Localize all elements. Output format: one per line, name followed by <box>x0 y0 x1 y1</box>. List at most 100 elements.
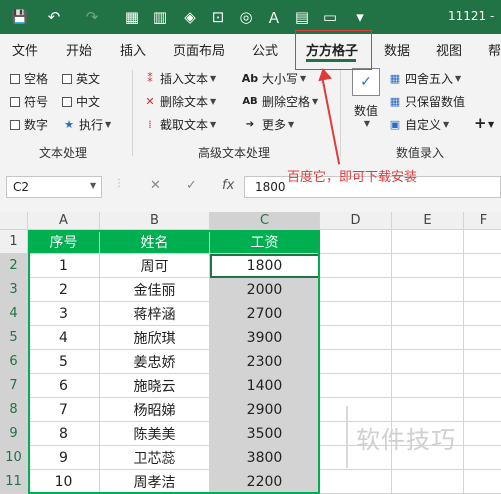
row-header-8[interactable]: 8 <box>0 398 28 422</box>
grid-cell-a8[interactable]: 7 <box>28 398 100 422</box>
grid-cell-e3[interactable] <box>392 278 464 302</box>
insert-text-button[interactable]: ⁑ 插入文本 ▼ <box>143 70 216 87</box>
grid-cell-a5[interactable]: 4 <box>28 326 100 350</box>
execute-button[interactable]: ★ 执行 ▼ <box>62 116 111 133</box>
fill-icon[interactable]: ◈ <box>180 7 200 27</box>
grid-cell-a4[interactable]: 3 <box>28 302 100 326</box>
grid-cell-e5[interactable] <box>392 326 464 350</box>
extract-text-button[interactable]: ⁞ 截取文本 ▼ <box>143 116 216 133</box>
confirm-icon[interactable]: ✓ <box>186 178 197 193</box>
grid-cell-c3[interactable]: 2000 <box>210 278 320 302</box>
grid-cell-e4[interactable] <box>392 302 464 326</box>
grid-cell-b1[interactable]: 姓名 <box>100 230 210 254</box>
row-header-10[interactable]: 10 <box>0 446 28 470</box>
text-icon[interactable]: Ａ <box>264 7 284 27</box>
cancel-icon[interactable]: ✕ <box>150 178 161 193</box>
grid-cell-a7[interactable]: 6 <box>28 374 100 398</box>
keep-values-button[interactable]: ▦ 只保留数值 <box>388 93 465 110</box>
column-header-a[interactable]: A <box>28 212 100 230</box>
undo-icon[interactable]: ↶ <box>44 7 64 27</box>
checkbox-space[interactable]: 空格 <box>10 70 48 87</box>
grid-cell-b9[interactable]: 陈美美 <box>100 422 210 446</box>
chevron-down-icon[interactable]: ▼ <box>90 181 96 190</box>
grid-cell-e6[interactable] <box>392 350 464 374</box>
row-header-9[interactable]: 9 <box>0 422 28 446</box>
tab-data[interactable]: 数据 <box>384 40 410 59</box>
capture-icon[interactable]: ⊡ <box>208 7 228 27</box>
grid-cell-f3[interactable] <box>464 278 501 302</box>
grid-cell-c9[interactable]: 3500 <box>210 422 320 446</box>
more-icon[interactable]: ▾ <box>350 7 370 27</box>
grid-cell-f5[interactable] <box>464 326 501 350</box>
grid-cell-f4[interactable] <box>464 302 501 326</box>
grid-cell-d3[interactable] <box>320 278 392 302</box>
grid-cell-f7[interactable] <box>464 374 501 398</box>
save-icon[interactable]: 💾 <box>10 7 30 27</box>
grid-cell-d2[interactable] <box>320 254 392 278</box>
tab-insert[interactable]: 插入 <box>120 40 146 59</box>
numeric-value-button[interactable]: ✓ 数值 ▼ <box>348 68 384 128</box>
grid-cell-f6[interactable] <box>464 350 501 374</box>
remove-spaces-button[interactable]: AB 删除空格 ▼ <box>241 93 318 110</box>
grid-cell-a2[interactable]: 1 <box>28 254 100 278</box>
tab-view[interactable]: 视图 <box>436 40 462 59</box>
shape-icon[interactable]: ◎ <box>236 7 256 27</box>
column-header-b[interactable]: B <box>100 212 210 230</box>
row-header-4[interactable]: 4 <box>0 302 28 326</box>
grid-cell-d4[interactable] <box>320 302 392 326</box>
grid-cell-e8[interactable] <box>392 398 464 422</box>
grid-cell-c4[interactable]: 2700 <box>210 302 320 326</box>
grid-cell-e7[interactable] <box>392 374 464 398</box>
grid-cell-a1[interactable]: 序号 <box>28 230 100 254</box>
column-header-e[interactable]: E <box>392 212 464 230</box>
grid-cell-c2[interactable]: 1800 <box>210 254 320 278</box>
grid-cell-d7[interactable] <box>320 374 392 398</box>
grid-cell-d6[interactable] <box>320 350 392 374</box>
grid-cell-b7[interactable]: 施晓云 <box>100 374 210 398</box>
grid-cell-b3[interactable]: 金佳丽 <box>100 278 210 302</box>
row-header-5[interactable]: 5 <box>0 326 28 350</box>
grid-cell-b4[interactable]: 蒋梓涵 <box>100 302 210 326</box>
tab-file[interactable]: 文件 <box>12 40 38 59</box>
tab-help[interactable]: 帮 <box>488 40 501 59</box>
grid-cell-d8[interactable] <box>320 398 392 422</box>
chart-icon[interactable]: ▥ <box>150 7 170 27</box>
tab-formulas[interactable]: 公式 <box>252 40 278 59</box>
grid-cell-a6[interactable]: 5 <box>28 350 100 374</box>
grid-cell-b6[interactable]: 姜忠娇 <box>100 350 210 374</box>
grid-cell-c10[interactable]: 3800 <box>210 446 320 470</box>
grid-cell-f2[interactable] <box>464 254 501 278</box>
round-button[interactable]: ▦ 四舍五入 ▼ <box>388 70 461 87</box>
row-header-1[interactable]: 1 <box>0 230 28 254</box>
tab-home[interactable]: 开始 <box>66 40 92 59</box>
grid-cell-d1[interactable] <box>320 230 392 254</box>
checkbox-english[interactable]: 英文 <box>62 70 100 87</box>
drag-handle-icon[interactable]: ⋮ <box>114 178 124 189</box>
column-header-f[interactable]: F <box>464 212 501 230</box>
grid-cell-f8[interactable] <box>464 398 501 422</box>
table-icon[interactable]: ▤ <box>292 7 312 27</box>
row-header-3[interactable]: 3 <box>0 278 28 302</box>
row-header-2[interactable]: 2 <box>0 254 28 278</box>
checkbox-number[interactable]: 数字 <box>10 116 48 133</box>
row-header-7[interactable]: 7 <box>0 374 28 398</box>
more-button[interactable]: ➔ 更多 ▼ <box>241 116 294 133</box>
grid-cell-d5[interactable] <box>320 326 392 350</box>
grid-cell-e1[interactable] <box>392 230 464 254</box>
grid-cell-f9[interactable] <box>464 422 501 446</box>
grid-cell-b8[interactable]: 杨昭娣 <box>100 398 210 422</box>
grid-cell-c1[interactable]: 工资 <box>210 230 320 254</box>
select-all-corner[interactable] <box>0 212 28 230</box>
grid-cell-f10[interactable] <box>464 446 501 470</box>
grid-cell-b10[interactable]: 卫芯蕊 <box>100 446 210 470</box>
chevron-down-icon[interactable]: ▼ <box>488 120 494 129</box>
grid-cell-a9[interactable]: 8 <box>28 422 100 446</box>
grid-cell-a10[interactable]: 9 <box>28 446 100 470</box>
grid-cell-c6[interactable]: 2300 <box>210 350 320 374</box>
grid-cell-b5[interactable]: 施欣琪 <box>100 326 210 350</box>
row-header-6[interactable]: 6 <box>0 350 28 374</box>
column-header-c[interactable]: C <box>210 212 320 230</box>
column-header-d[interactable]: D <box>320 212 392 230</box>
checkbox-chinese[interactable]: 中文 <box>62 93 100 110</box>
grid-cell-c7[interactable]: 1400 <box>210 374 320 398</box>
